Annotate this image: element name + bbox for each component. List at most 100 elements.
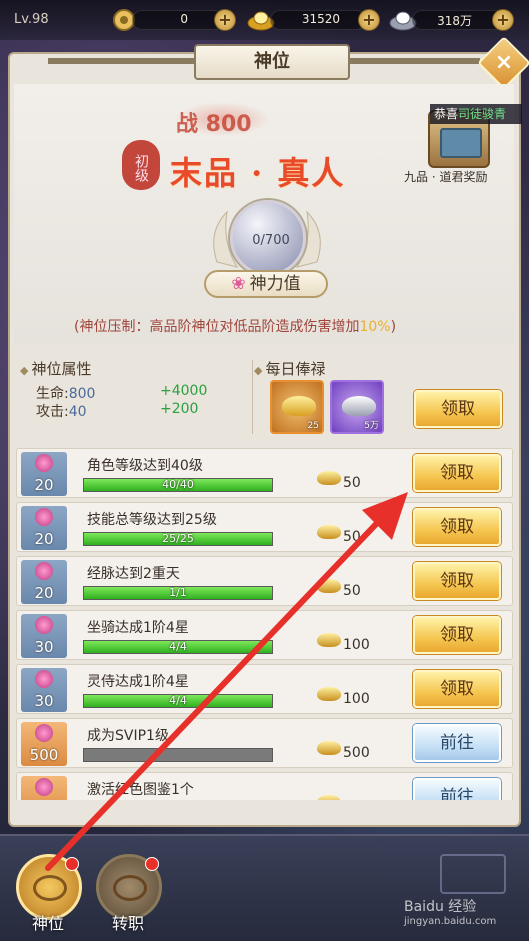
- lotus-icon: [35, 616, 53, 634]
- goto-button[interactable]: 前往: [413, 724, 501, 762]
- claim-button[interactable]: 领取: [413, 508, 501, 546]
- atk-stat: 攻击:40: [36, 404, 87, 420]
- currency-c: 318万 +: [388, 8, 522, 32]
- silver-reward-item[interactable]: 5万: [330, 380, 384, 434]
- suppression-note: (神位压制：高品阶神位对低品阶造成伤害增加10%): [74, 319, 397, 335]
- task-badge: 30: [21, 668, 67, 712]
- atk-gain: +200: [160, 401, 199, 417]
- nav-class-change-label: 转职: [112, 914, 145, 933]
- task-row: 30 灵侍达成1阶4星 4/4 100 领取: [16, 664, 513, 714]
- task-progress-bar: [83, 748, 273, 762]
- claim-button[interactable]: 领取: [413, 670, 501, 708]
- divine-power-label: ❀ 神力值: [204, 270, 328, 298]
- lotus-icon: [35, 670, 53, 688]
- task-badge: 30: [21, 614, 67, 658]
- rank-tier-badge: 初级: [122, 140, 160, 190]
- player-level: Lv.98: [14, 12, 49, 27]
- nav-divine-rank-label: 神位: [32, 914, 65, 933]
- task-progress-bar: 25/25: [83, 532, 273, 546]
- task-badge: 20: [21, 560, 67, 604]
- diamond-icon: ◆: [254, 364, 263, 377]
- hp-stat: 生命:800: [36, 386, 96, 402]
- swirl-icon: [33, 875, 67, 901]
- task-badge: 20: [21, 506, 67, 550]
- notification-dot: [65, 857, 79, 871]
- task-reward-amount: 100: [343, 691, 370, 707]
- task-reward-amount: 50: [343, 583, 361, 599]
- panel-title-bar: 神位: [8, 44, 521, 84]
- gold-ingot-icon: [317, 633, 341, 647]
- claim-salary-button[interactable]: 领取: [414, 390, 502, 428]
- task-list[interactable]: 20 角色等级达到40级 40/40 50 领取 20 技能总等级达到25级 2…: [16, 448, 513, 800]
- task-progress-bar: 40/40: [83, 478, 273, 492]
- announcement-ticker: 恭喜司徒骏青: [430, 104, 522, 124]
- gold-ingot-icon: [317, 687, 341, 701]
- gold-ingot-icon: [317, 525, 341, 539]
- claim-button[interactable]: 领取: [413, 616, 501, 654]
- task-progress-text: 25/25: [162, 532, 194, 545]
- task-badge: 500: [21, 722, 67, 766]
- silver-ingot-icon: [342, 396, 376, 416]
- corner-logo: [440, 854, 506, 894]
- gold-reward-item[interactable]: 25: [270, 380, 324, 434]
- task-name: 技能总等级达到25级: [87, 512, 217, 528]
- gold-ingot-icon: [282, 396, 316, 416]
- task-name: 经脉达到2重天: [87, 566, 180, 582]
- watermark: Baidu 经验 jingyan.baidu.com: [404, 899, 497, 927]
- close-icon: ×: [494, 50, 514, 75]
- task-progress-text: 4/4: [169, 694, 187, 707]
- panel-title: 神位: [194, 44, 350, 80]
- task-progress-text: 40/40: [162, 478, 194, 491]
- notification-dot: [145, 857, 159, 871]
- task-reward-amount: 50: [343, 475, 361, 491]
- salary-title: ◆ 每日俸禄: [254, 360, 326, 378]
- diamond-icon: ◆: [20, 364, 29, 377]
- task-row: 500 成为SVIP1级 500 前往: [16, 718, 513, 768]
- lotus-icon: [35, 778, 53, 796]
- lotus-icon: [35, 724, 53, 742]
- claim-button[interactable]: 领取: [413, 562, 501, 600]
- task-name: 坐骑达成1阶4星: [87, 620, 189, 636]
- task-row: 20 经脉达到2重天 1/1 50 领取: [16, 556, 513, 606]
- gold-ingot-icon: [317, 579, 341, 593]
- task-progress-bar: 4/4: [83, 694, 273, 708]
- lotus-icon: [35, 562, 53, 580]
- gold-ingot-icon: [317, 795, 341, 800]
- divider: [252, 360, 253, 434]
- task-progress-text: 4/4: [169, 640, 187, 653]
- add-currency-a-button[interactable]: +: [214, 9, 236, 31]
- task-progress-text: 1/1: [169, 586, 187, 599]
- task-progress-bar: 1/1: [83, 586, 273, 600]
- task-name: 成为SVIP1级: [87, 728, 169, 744]
- lotus-icon: ❀: [231, 274, 246, 294]
- task-name: 灵侍达成1阶4星: [87, 674, 189, 690]
- orb-value: 0/700: [252, 233, 290, 248]
- task-reward-amount: 50: [343, 529, 361, 545]
- goto-button[interactable]: 前往: [413, 778, 501, 800]
- task-badge-points: 500: [29, 746, 59, 764]
- claim-button[interactable]: 领取: [413, 454, 501, 492]
- add-silver-button[interactable]: +: [492, 9, 514, 31]
- task-reward-amount: 100: [343, 637, 370, 653]
- task-row: 20 角色等级达到40级 40/40 50 领取: [16, 448, 513, 498]
- task-row: 20 技能总等级达到25级 25/25 50 领取: [16, 502, 513, 552]
- task-reward-amount: 500: [343, 745, 370, 761]
- combat-power: 战 800: [176, 112, 252, 137]
- add-gold-button[interactable]: +: [358, 9, 380, 31]
- task-badge-points: 30: [34, 692, 54, 710]
- task-badge: 20: [21, 452, 67, 496]
- swirl-icon: [113, 875, 147, 901]
- task-badge: [21, 776, 67, 800]
- gold-ingot-icon: [317, 471, 341, 485]
- currency-b: 31520 +: [246, 8, 384, 32]
- attributes-title: ◆ 神位属性: [20, 360, 92, 378]
- task-badge-points: 20: [34, 530, 54, 548]
- hp-gain: +4000: [160, 383, 208, 399]
- lotus-icon: [35, 454, 53, 472]
- task-row: 激活红色图鉴1个 前往: [16, 772, 513, 800]
- resource-bar: Lv.98 0 + 31520 + 318万 +: [0, 0, 529, 40]
- task-name: 激活红色图鉴1个: [87, 782, 194, 798]
- reward-caption: 九品 · 道君奖励: [404, 170, 488, 184]
- lotus-icon: [35, 508, 53, 526]
- task-name: 角色等级达到40级: [87, 458, 203, 474]
